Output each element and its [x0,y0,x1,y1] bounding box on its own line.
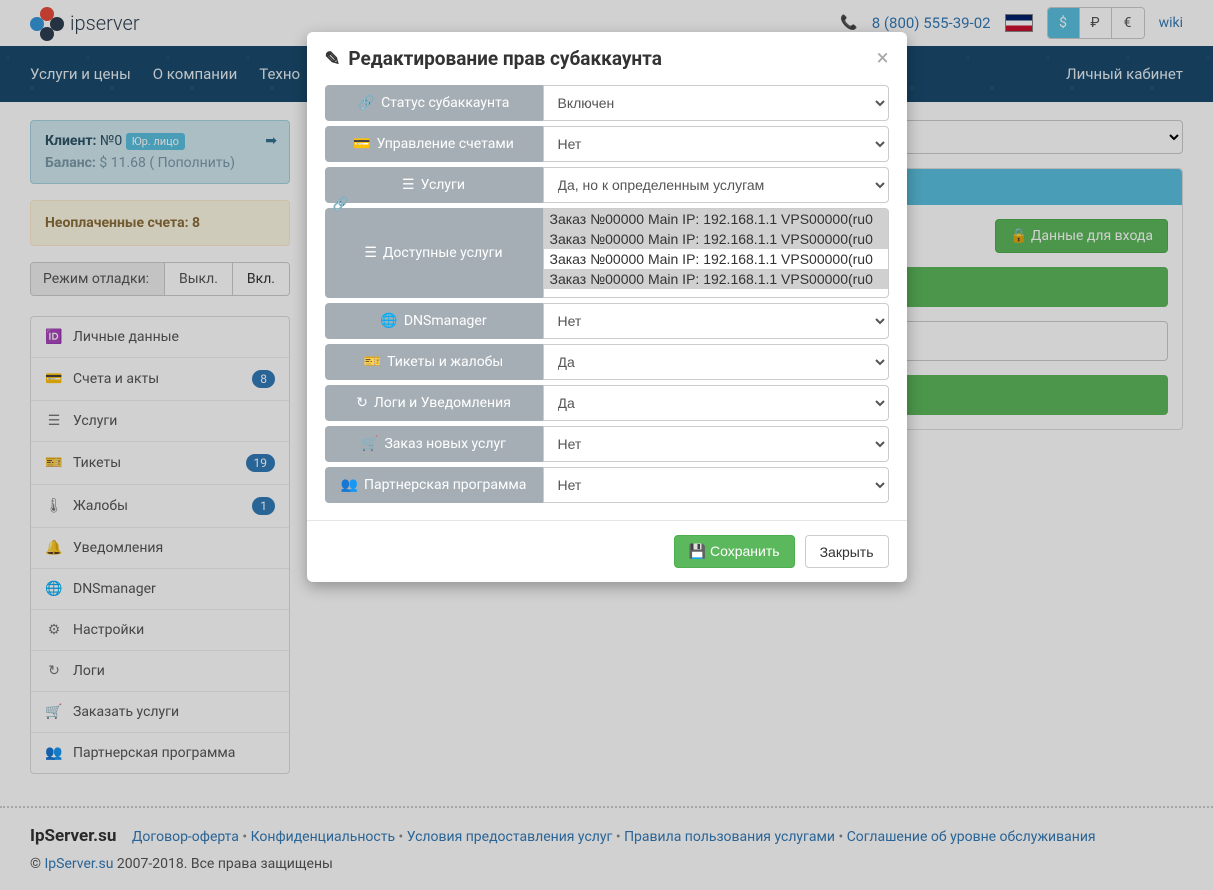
form-row: ↻Логи и Уведомления Да [325,385,889,421]
available-services-row: 🔗 ☰Доступные услуги Заказ №00000 Main IP… [325,208,889,298]
edit-icon: ✎ [325,47,341,70]
field-icon: 🔗 [358,95,375,111]
link-icon: 🔗 [333,197,349,212]
close-button[interactable]: Закрыть [805,535,889,568]
service-option[interactable]: Заказ №00000 Main IP: 192.168.1.1 VPS000… [544,229,888,249]
field-select[interactable]: Нет [543,303,889,339]
service-option[interactable]: Заказ №00000 Main IP: 192.168.1.1 VPS000… [544,249,888,269]
service-option[interactable]: Заказ №00000 Main IP: 192.168.1.1 VPS000… [544,269,888,289]
field-label: 🌐DNSmanager [325,303,543,339]
save-icon: 💾 [689,543,706,559]
field-label: 💳Управление счетами [325,126,543,162]
field-select[interactable]: Нет [543,126,889,162]
field-label: ↻Логи и Уведомления [325,385,543,421]
edit-subaccount-modal: ✎ Редактирование прав субаккаунта × 🔗Ста… [307,32,907,582]
field-label: 👥Партнерская программа [325,467,543,503]
field-select[interactable]: Да [543,344,889,380]
form-row: 💳Управление счетами Нет [325,126,889,162]
available-services-select[interactable]: Заказ №00000 Main IP: 192.168.1.1 VPS000… [543,208,889,298]
field-select[interactable]: Включен [543,85,889,121]
field-select[interactable]: Да [543,385,889,421]
form-row: 👥Партнерская программа Нет [325,467,889,503]
field-icon: 🌐 [380,313,397,329]
field-label: 🎫Тикеты и жалобы [325,344,543,380]
field-label: 🔗Статус субаккаунта [325,85,543,121]
field-label: 🛒Заказ новых услуг [325,426,543,462]
form-row: 🎫Тикеты и жалобы Да [325,344,889,380]
service-option[interactable]: Заказ №00000 Main IP: 192.168.1.1 VPS000… [544,209,888,229]
field-icon: 💳 [353,136,370,152]
field-select[interactable]: Нет [543,467,889,503]
form-row: 🌐DNSmanager Нет [325,303,889,339]
save-button[interactable]: 💾 Сохранить [674,535,795,568]
field-label: ☰Доступные услуги [325,208,543,298]
field-icon: 🛒 [361,436,378,452]
field-label: ☰Услуги [325,167,543,203]
modal-title: Редактирование прав субаккаунта [348,47,661,70]
field-select[interactable]: Да, но к определенным услугам [543,167,889,203]
close-icon[interactable]: × [877,46,889,71]
field-icon: ↻ [356,395,368,411]
form-row: 🛒Заказ новых услуг Нет [325,426,889,462]
field-icon: 👥 [341,477,358,493]
field-select[interactable]: Нет [543,426,889,462]
list-icon: ☰ [364,245,377,261]
field-icon: 🎫 [364,354,381,370]
form-row: 🔗Статус субаккаунта Включен [325,85,889,121]
save-label: Сохранить [710,543,780,559]
form-row: ☰Услуги Да, но к определенным услугам [325,167,889,203]
field-icon: ☰ [402,177,415,193]
